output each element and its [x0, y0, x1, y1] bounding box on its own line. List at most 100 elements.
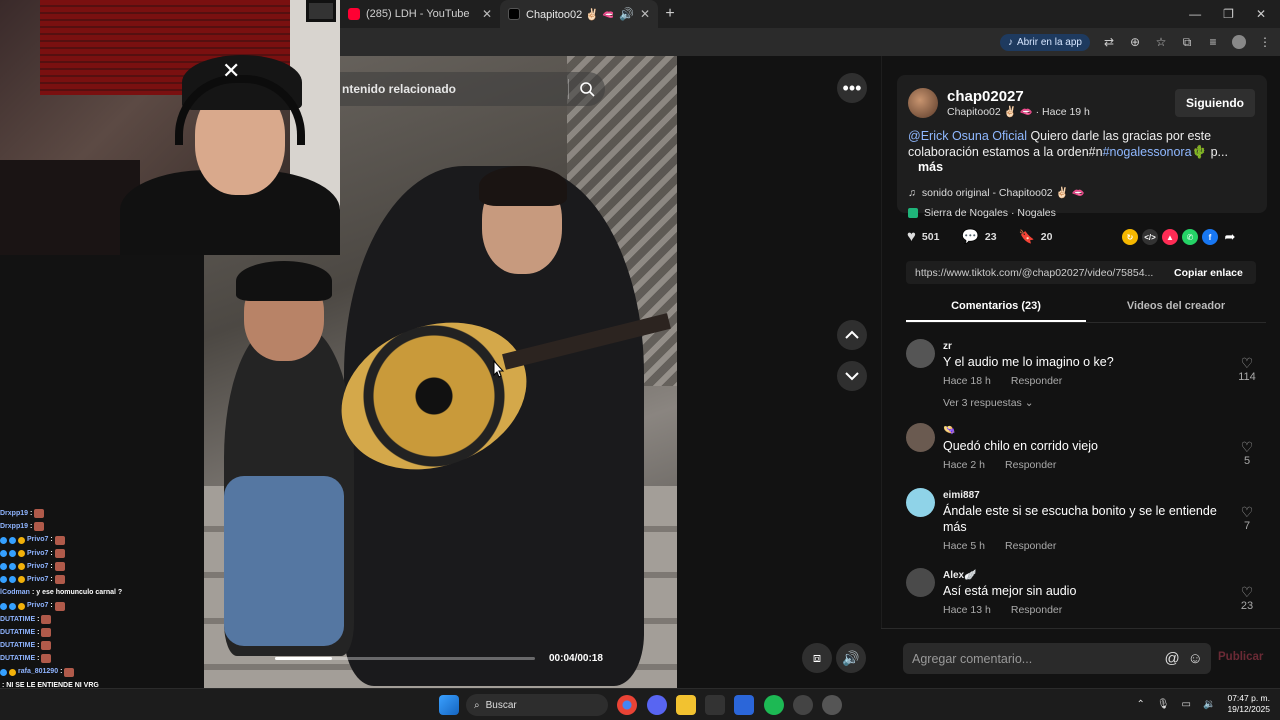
speaker-icon[interactable]: 🔊: [619, 7, 634, 21]
chat-message: DUTATIME:: [0, 639, 204, 652]
chat-username[interactable]: DUTATIME: [0, 626, 35, 639]
tab-tiktok[interactable]: Chapitoo02 ✌🏻 🫦 (@chap0 🔊 ✕: [500, 0, 658, 28]
volume-icon[interactable]: 🔉: [1203, 699, 1215, 710]
minimize-icon[interactable]: —: [1189, 7, 1201, 21]
restore-icon[interactable]: ❐: [1223, 7, 1234, 21]
commenter-avatar[interactable]: [906, 568, 935, 597]
sound-link[interactable]: ♫ sonido original - Chapitoo02 ✌🏻 🫦: [908, 186, 1085, 200]
more-options-button[interactable]: •••: [837, 73, 867, 103]
spotify-icon[interactable]: [764, 695, 784, 715]
reply-button[interactable]: Responder: [1005, 459, 1056, 471]
menu-icon[interactable]: ⋮: [1258, 35, 1272, 49]
chat-username[interactable]: Privo7: [27, 560, 48, 573]
star-icon[interactable]: ☆: [1154, 35, 1168, 49]
commenter-username[interactable]: 👒: [943, 425, 955, 436]
profile-avatar[interactable]: [1232, 35, 1246, 49]
start-icon[interactable]: [439, 695, 459, 715]
close-tab-icon[interactable]: ✕: [482, 7, 492, 21]
share-arrow-icon[interactable]: ➦: [1222, 229, 1238, 245]
video-timecode: 00:04/00:18: [549, 653, 603, 664]
commenter-avatar[interactable]: [906, 339, 935, 368]
chat-username[interactable]: DUTATIME: [0, 639, 35, 652]
creator-username[interactable]: chap02027: [947, 88, 1024, 105]
chevron-up-icon: [845, 330, 859, 339]
mail-icon[interactable]: [734, 695, 754, 715]
close-window-icon[interactable]: ✕: [1256, 7, 1266, 21]
video-link-box: https://www.tiktok.com/@chap02027/video/…: [906, 261, 1256, 284]
mention-icon[interactable]: @: [1164, 650, 1179, 667]
chat-username[interactable]: rafa_801290: [18, 665, 58, 678]
chevron-up-icon[interactable]: ⌃: [1136, 699, 1144, 710]
chat-username[interactable]: Privo7: [27, 599, 48, 612]
extensions-icon[interactable]: ⧉: [1180, 35, 1194, 49]
chat-username[interactable]: Privo7: [27, 573, 48, 586]
clock[interactable]: 07:47 p. m. 19/12/2025: [1227, 693, 1270, 715]
chat-username[interactable]: DUTATIME: [0, 613, 35, 626]
more-button[interactable]: más: [918, 160, 943, 174]
obs-icon[interactable]: [793, 695, 813, 715]
tab-search-icon[interactable]: ≡: [1206, 35, 1220, 49]
tab-creator-videos[interactable]: Videos del creador: [1086, 293, 1266, 322]
repost-icon[interactable]: ↻: [1122, 229, 1138, 245]
chrome-icon[interactable]: [617, 695, 637, 715]
copy-link-button[interactable]: Copiar enlace: [1164, 267, 1243, 279]
video-progress-bar[interactable]: [275, 657, 535, 660]
related-search-input[interactable]: ntenido relacionado: [340, 82, 568, 96]
file-explorer-icon[interactable]: [676, 695, 696, 715]
new-tab-button[interactable]: +: [658, 5, 682, 23]
chat-username[interactable]: Privo7: [27, 547, 48, 560]
like-button[interactable]: ♥ 501: [907, 228, 939, 245]
reply-button[interactable]: Responder: [1011, 375, 1062, 387]
open-in-app-button[interactable]: ♪ Abrir en la app: [999, 33, 1090, 51]
send-icon[interactable]: ▲: [1162, 229, 1178, 245]
creator-avatar[interactable]: [908, 88, 938, 118]
zoom-icon[interactable]: ⊕: [1128, 35, 1142, 49]
facebook-icon[interactable]: f: [1202, 229, 1218, 245]
discord-icon[interactable]: [647, 695, 667, 715]
store-icon[interactable]: [705, 695, 725, 715]
hashtag-link[interactable]: #nogalessonora: [1103, 145, 1192, 159]
tab-comments[interactable]: Comentarios (23): [906, 293, 1086, 322]
comment-like-button[interactable]: ♡ 114: [1232, 355, 1262, 383]
previous-video-button[interactable]: [837, 320, 867, 350]
close-tab-icon[interactable]: ✕: [640, 7, 650, 21]
chat-username[interactable]: Drxpp19: [0, 520, 28, 533]
comment-like-button[interactable]: ♡ 7: [1232, 504, 1262, 532]
following-button[interactable]: Siguiendo: [1175, 89, 1255, 117]
commenter-username[interactable]: eimi887: [943, 490, 980, 501]
embed-icon[interactable]: </>: [1142, 229, 1158, 245]
chat-username[interactable]: Privo7: [27, 533, 48, 546]
next-video-button[interactable]: [837, 361, 867, 391]
commenter-username[interactable]: zr: [943, 341, 952, 352]
save-button[interactable]: 🔖 20: [1019, 229, 1053, 245]
chat-username[interactable]: DUTATIME: [0, 652, 35, 665]
commenter-avatar[interactable]: [906, 488, 935, 517]
video-url[interactable]: https://www.tiktok.com/@chap02027/video/…: [906, 267, 1164, 279]
network-icon[interactable]: ▭: [1182, 699, 1191, 710]
chat-username[interactable]: Drxpp19: [0, 507, 28, 520]
comment-like-button[interactable]: ♡ 23: [1232, 584, 1262, 612]
commenter-avatar[interactable]: [906, 423, 935, 452]
comment-input[interactable]: Agregar comentario... @ ☺: [903, 643, 1211, 674]
chat-username[interactable]: lCodman: [0, 586, 30, 599]
emoji-icon[interactable]: ☺: [1188, 650, 1203, 667]
translate-icon[interactable]: ⇄: [1102, 35, 1116, 49]
comment-like-button[interactable]: ♡ 5: [1232, 439, 1262, 467]
app-icon[interactable]: [822, 695, 842, 715]
publish-button[interactable]: Publicar: [1218, 651, 1263, 663]
reply-button[interactable]: Responder: [1005, 540, 1056, 552]
mention-link[interactable]: @Erick Osuna Oficial: [908, 129, 1027, 143]
location-link[interactable]: Sierra de Nogales · Nogales: [908, 207, 1056, 219]
related-search-bar[interactable]: ntenido relacionado: [340, 72, 605, 106]
search-button[interactable]: [569, 81, 605, 97]
volume-button[interactable]: 🔊: [836, 643, 866, 673]
microphone-icon[interactable]: 🎙: [1157, 699, 1170, 710]
taskbar-search[interactable]: ⌕ Buscar: [466, 694, 608, 716]
commenter-username[interactable]: Alex🪽: [943, 570, 977, 581]
view-replies-button[interactable]: Ver 3 respuestas ⌄: [943, 397, 1034, 409]
comment-button[interactable]: 💬 23: [961, 228, 996, 245]
reply-button[interactable]: Responder: [1011, 604, 1062, 616]
whatsapp-icon[interactable]: ✆: [1182, 229, 1198, 245]
tab-youtube[interactable]: (285) LDH - YouTube ✕: [340, 0, 500, 28]
floating-player-button[interactable]: ⧈: [802, 643, 832, 673]
